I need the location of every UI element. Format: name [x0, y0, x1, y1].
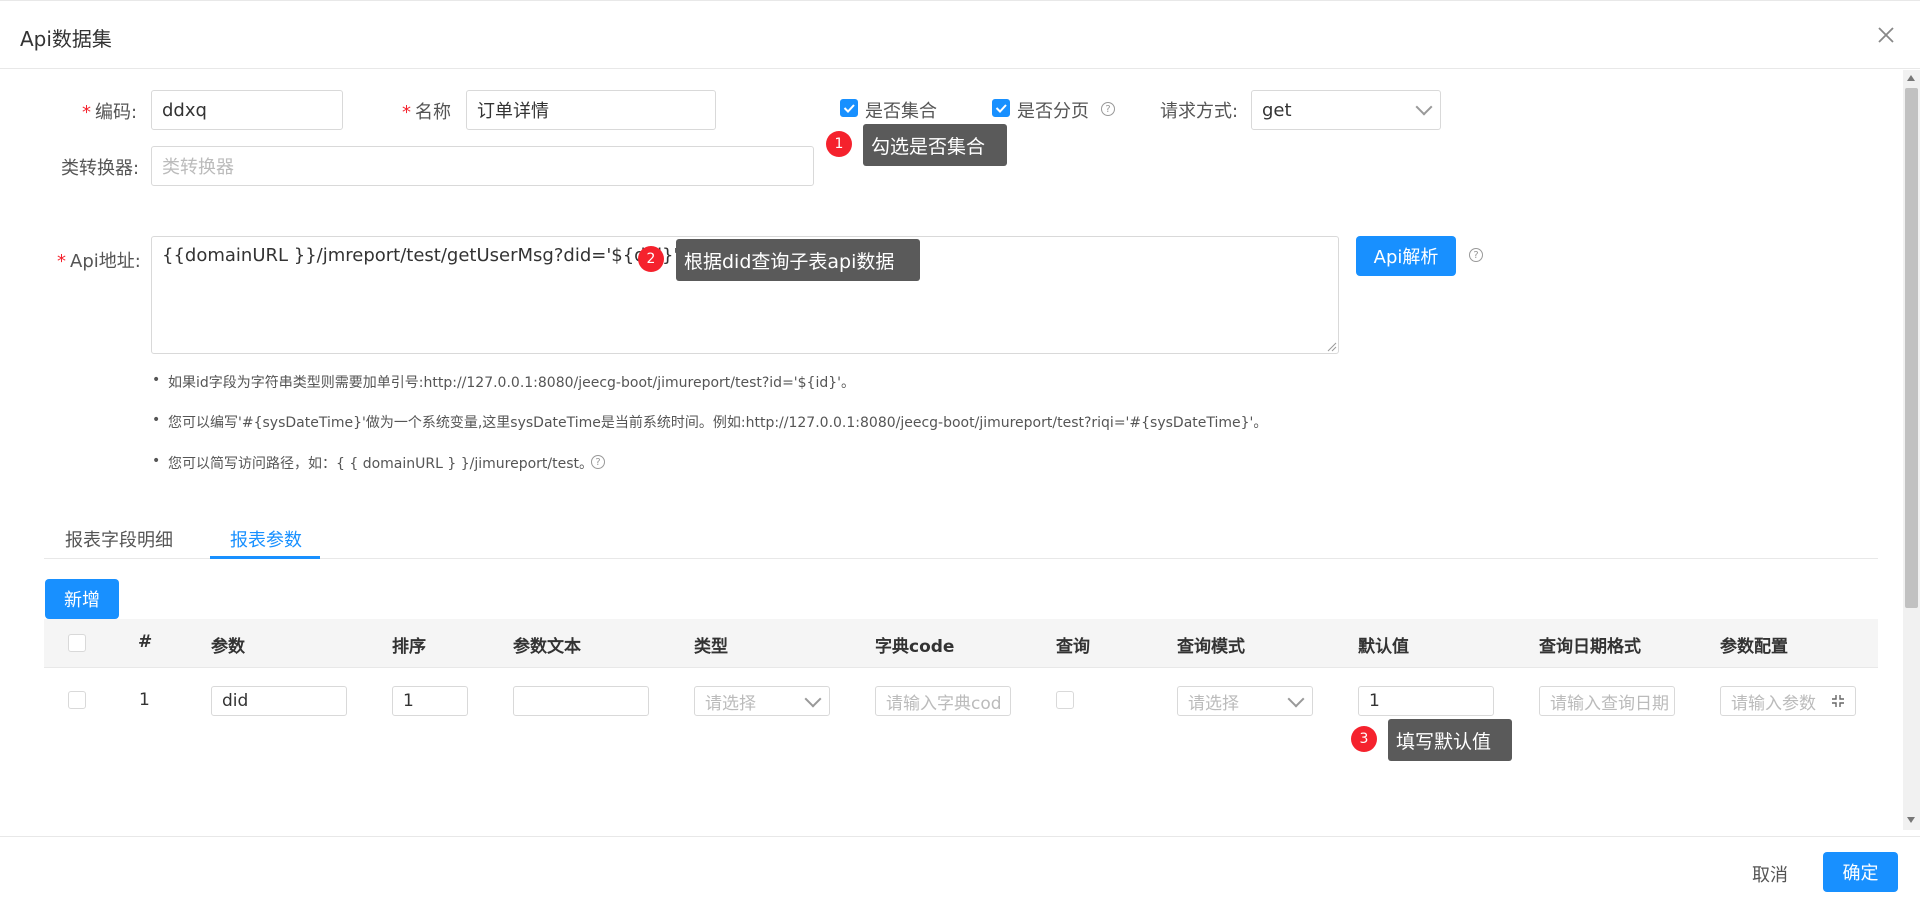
dict-code-input[interactable]: 请输入字典cod: [875, 686, 1011, 716]
scroll-up-icon[interactable]: [1906, 74, 1916, 82]
check-icon: [995, 104, 1007, 113]
help-icon[interactable]: ?: [1101, 102, 1115, 116]
annotation-badge-3: 3: [1351, 726, 1377, 752]
col-header: 参数配置: [1720, 637, 1788, 657]
note-item: 您可以简写访问路径，如：{ { domainURL } }/jimureport…: [152, 453, 593, 473]
order-input[interactable]: 1: [392, 686, 468, 716]
add-button[interactable]: 新增: [45, 579, 119, 619]
cancel-button[interactable]: 取消: [1752, 861, 1788, 887]
close-icon[interactable]: [1874, 23, 1898, 47]
scrollbar-thumb[interactable]: [1905, 88, 1918, 608]
dialog-title: Api数据集: [20, 27, 112, 51]
note-item: 如果id字段为字符串类型则需要加单引号:http://127.0.0.1:808…: [152, 372, 855, 392]
help-icon[interactable]: ?: [1469, 248, 1483, 262]
is-collection-checkbox[interactable]: [840, 99, 858, 117]
chevron-down-icon: [1415, 98, 1433, 116]
is-collection-label: 是否集合: [865, 101, 937, 122]
name-label: * 名称: [402, 102, 451, 123]
code-input[interactable]: ddxq: [151, 90, 343, 130]
annotation-tip-3: 填写默认值: [1388, 719, 1512, 761]
param-text-input[interactable]: [513, 686, 649, 716]
is-paging-label: 是否分页: [1017, 101, 1089, 122]
col-header: 查询模式: [1177, 637, 1245, 657]
tab-field-details[interactable]: 报表字段明细: [65, 526, 173, 552]
chevron-down-icon: [804, 690, 822, 707]
help-icon[interactable]: ?: [591, 455, 605, 469]
ok-button[interactable]: 确定: [1823, 852, 1898, 892]
note-item: 您可以编写'#{sysDateTime}'做为一个系统变量,这里sysDateT…: [152, 412, 1267, 432]
col-header: 类型: [694, 637, 728, 657]
method-label: 请求方式:: [1160, 101, 1239, 122]
col-header: 字典code: [875, 637, 955, 657]
footer-divider: [0, 836, 1920, 837]
col-header: 排序: [392, 637, 426, 657]
annotation-badge-2: 2: [638, 246, 664, 272]
col-header: 默认值: [1358, 637, 1409, 657]
param-input[interactable]: did: [211, 686, 347, 716]
row-index: 1: [139, 690, 150, 710]
tab-report-params[interactable]: 报表参数: [230, 526, 302, 552]
param-config-input[interactable]: 请输入参数: [1720, 686, 1856, 716]
code-label: * 编码:: [82, 102, 138, 123]
chevron-down-icon: [1287, 690, 1305, 707]
row-checkbox[interactable]: [68, 691, 86, 709]
expand-icon[interactable]: [1831, 694, 1845, 708]
default-value-input[interactable]: 1: [1358, 686, 1494, 716]
api-label: * Api地址:: [57, 251, 141, 272]
query-mode-select[interactable]: 请选择: [1177, 686, 1313, 716]
date-format-input[interactable]: 请输入查询日期: [1539, 686, 1675, 716]
scroll-down-icon[interactable]: [1906, 816, 1916, 824]
query-checkbox[interactable]: [1056, 691, 1074, 709]
check-icon: [843, 104, 855, 113]
col-header: 查询: [1056, 637, 1090, 657]
annotation-tip-1: 勾选是否集合: [863, 124, 1007, 166]
name-input[interactable]: 订单详情: [466, 90, 716, 130]
is-paging-checkbox[interactable]: [992, 99, 1010, 117]
col-header: #: [138, 632, 153, 652]
col-header: 参数文本: [513, 637, 581, 657]
type-select[interactable]: 请选择: [694, 686, 830, 716]
resize-handle-icon[interactable]: [1325, 340, 1337, 352]
api-parse-button[interactable]: Api解析: [1356, 236, 1456, 276]
tab-active-indicator: [210, 556, 320, 559]
select-all-checkbox[interactable]: [68, 634, 86, 652]
converter-label: 类转换器:: [61, 158, 140, 179]
annotation-tip-2: 根据did查询子表api数据: [676, 239, 920, 281]
annotation-badge-1: 1: [826, 131, 852, 157]
col-header: 参数: [211, 637, 245, 657]
converter-input[interactable]: 类转换器: [151, 146, 814, 186]
dialog-header: Api数据集: [0, 0, 1920, 69]
col-header: 查询日期格式: [1539, 637, 1641, 657]
method-select[interactable]: get: [1251, 90, 1441, 130]
